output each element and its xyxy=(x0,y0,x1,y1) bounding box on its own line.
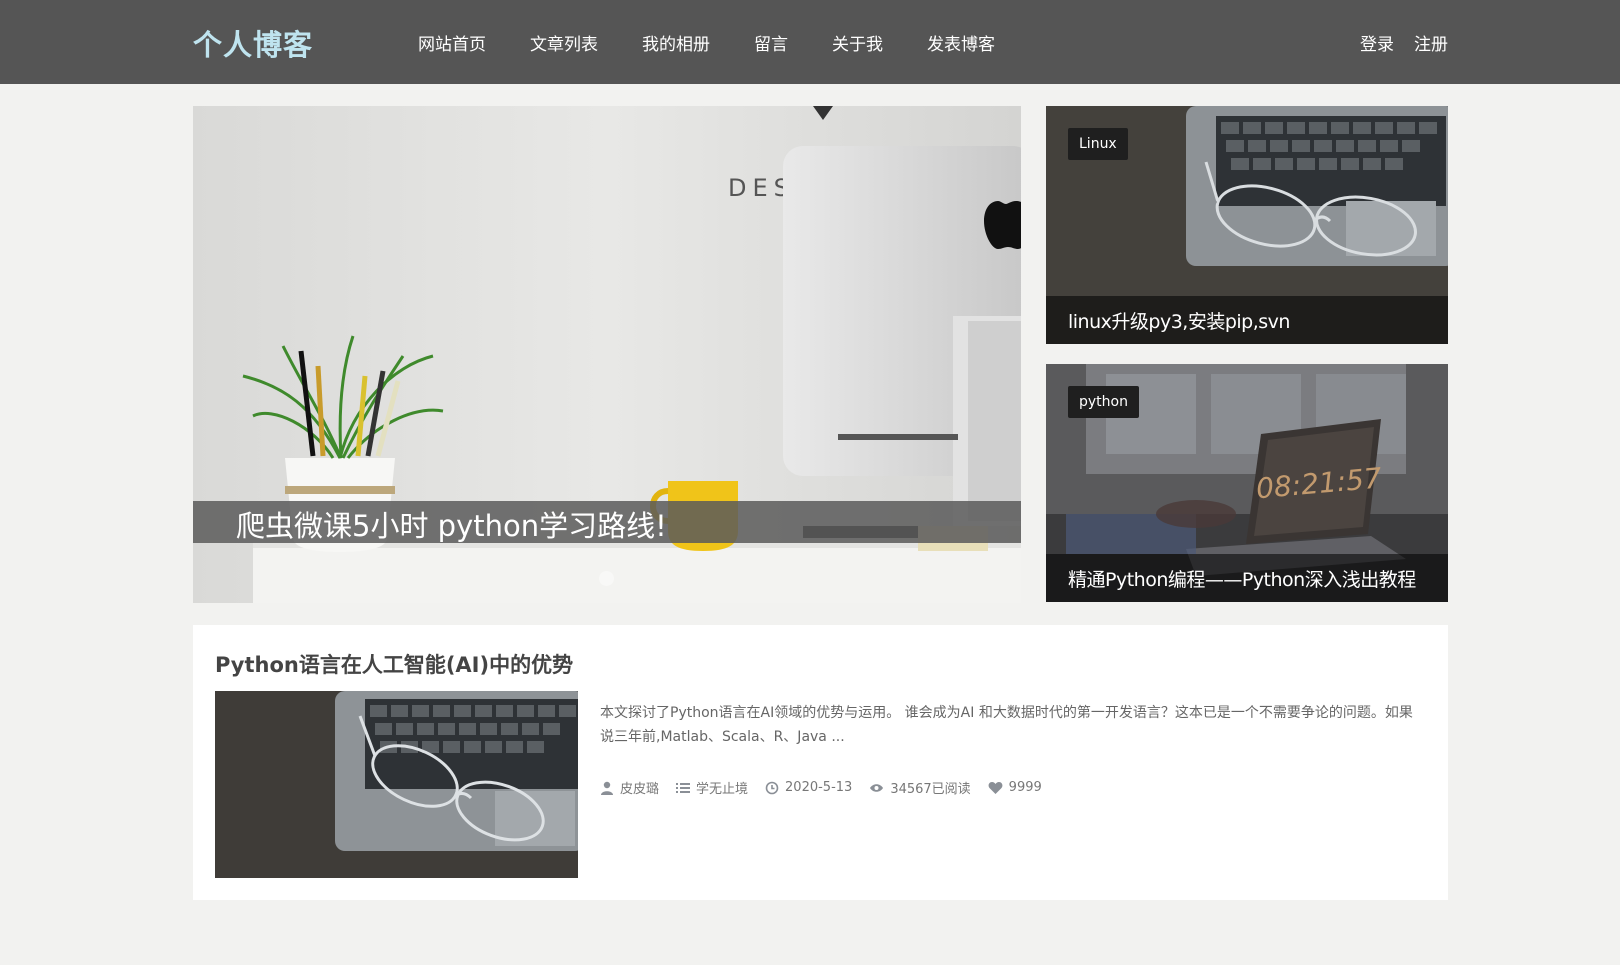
meta-date: 2020-5-13 xyxy=(765,780,852,795)
heart-icon xyxy=(988,781,1003,794)
login-link[interactable]: 登录 xyxy=(1360,30,1394,55)
slider-dot[interactable] xyxy=(599,571,614,586)
register-link[interactable]: 注册 xyxy=(1414,30,1448,55)
nav-item-album[interactable]: 我的相册 xyxy=(642,30,710,55)
article-thumbnail[interactable] xyxy=(215,691,578,878)
clock-icon xyxy=(765,781,779,794)
eye-icon xyxy=(870,783,884,792)
nav-item-home[interactable]: 网站首页 xyxy=(418,30,486,55)
featured-card-python[interactable]: 08:21:57 python 精通Python编程——Python深入浅出教程 xyxy=(1046,364,1448,602)
meta-author[interactable]: 皮皮璐 xyxy=(600,778,659,797)
category-tag[interactable]: python xyxy=(1068,386,1139,418)
list-icon xyxy=(676,782,691,793)
card-title[interactable]: 精通Python编程——Python深入浅出教程 xyxy=(1068,565,1416,592)
card-title[interactable]: linux升级py3,安装pip,svn xyxy=(1068,307,1290,334)
thumbnail-image-glasses xyxy=(215,691,578,878)
meta-likes[interactable]: 9999 xyxy=(988,780,1042,795)
hero-title[interactable]: 爬虫微课5小时 python学习路线! xyxy=(236,503,667,545)
nav-item-publish[interactable]: 发表博客 xyxy=(927,30,995,55)
meta-category[interactable]: 学无止境 xyxy=(676,778,748,797)
publish-date: 2020-5-13 xyxy=(785,780,853,795)
nav-item-guestbook[interactable]: 留言 xyxy=(754,30,788,55)
author-name: 皮皮璐 xyxy=(620,782,660,797)
site-logo[interactable]: 个人博客 xyxy=(193,22,313,64)
article-meta: 皮皮璐 学无止境 2020-5-13 34567已阅读 9999 xyxy=(600,778,1059,797)
top-navbar: 个人博客 网站首页 文章列表 我的相册 留言 关于我 发表博客 登录 注册 xyxy=(0,0,1620,84)
auth-links: 登录 注册 xyxy=(1340,0,1448,84)
hero-slider[interactable]: DES 爬虫微课5小时 python学习路线! xyxy=(193,106,1021,603)
nav-item-about[interactable]: 关于我 xyxy=(832,30,883,55)
card-title-bar[interactable]: 精通Python编程——Python深入浅出教程 xyxy=(1046,554,1448,602)
article-item: Python语言在人工智能(AI)中的优势 本文探讨了Python语言在AI领域… xyxy=(193,625,1448,900)
main-nav: 网站首页 文章列表 我的相册 留言 关于我 发表博客 xyxy=(418,0,1039,84)
hero-caption[interactable]: 爬虫微课5小时 python学习路线! xyxy=(193,501,1021,543)
featured-card-linux[interactable]: Linux linux升级py3,安装pip,svn xyxy=(1046,106,1448,344)
meta-views: 34567已阅读 xyxy=(869,778,971,797)
user-icon xyxy=(601,781,613,795)
like-count: 9999 xyxy=(1008,780,1042,795)
card-title-bar[interactable]: linux升级py3,安装pip,svn xyxy=(1046,296,1448,344)
category-name: 学无止境 xyxy=(696,782,749,797)
article-title[interactable]: Python语言在人工智能(AI)中的优势 xyxy=(215,649,573,679)
category-tag[interactable]: Linux xyxy=(1068,128,1128,160)
nav-item-articles[interactable]: 文章列表 xyxy=(530,30,598,55)
view-count: 34567已阅读 xyxy=(890,782,971,797)
article-summary: 本文探讨了Python语言在AI领域的优势与运用。 谁会成为AI 和大数据时代的… xyxy=(600,705,1413,745)
